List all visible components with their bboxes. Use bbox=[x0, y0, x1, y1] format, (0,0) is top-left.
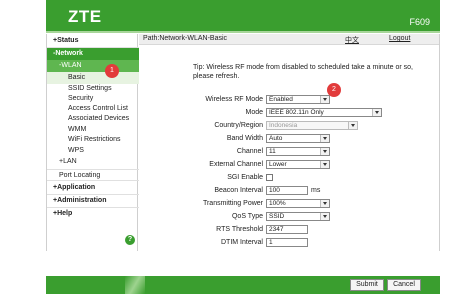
annotation-badge-1: 1 bbox=[105, 64, 119, 78]
device-model: F609 bbox=[409, 17, 430, 27]
beacon-interval-label: Beacon Interval bbox=[214, 187, 263, 194]
external-channel-value: Lower bbox=[269, 161, 287, 168]
sidebar-item-help[interactable]: +Help bbox=[47, 208, 139, 220]
channel-label: Channel bbox=[236, 148, 263, 155]
rts-threshold-input[interactable]: 2347 bbox=[266, 225, 308, 234]
tip-text: Tip: Wireless RF mode from disabled to s… bbox=[193, 64, 413, 80]
help-icon[interactable]: ? bbox=[125, 235, 135, 245]
external-channel-select[interactable]: Lower bbox=[266, 160, 330, 169]
sidebar-item-network[interactable]: -Network bbox=[47, 48, 139, 60]
logout-link[interactable]: Logout bbox=[389, 35, 410, 42]
qos-type-select[interactable]: SSID bbox=[266, 212, 330, 221]
mode-label: Mode bbox=[245, 109, 263, 116]
qos-type-label: QoS Type bbox=[231, 213, 263, 220]
sidebar-item-administration[interactable]: +Administration bbox=[47, 195, 139, 207]
band-width-select[interactable]: Auto bbox=[266, 134, 330, 143]
sidebar-item-status[interactable]: +Status bbox=[47, 35, 139, 47]
wireless-rf-mode-value: Enabled bbox=[269, 96, 293, 103]
rts-threshold-label: RTS Threshold bbox=[216, 226, 263, 233]
country-region-select: Indonesia bbox=[266, 121, 358, 130]
country-region-label: Country/Region bbox=[214, 122, 263, 129]
header-bar: ZTE F609 bbox=[46, 0, 440, 33]
transmitting-power-select[interactable]: 100% bbox=[266, 199, 330, 208]
content-spacer bbox=[46, 251, 440, 276]
channel-select[interactable]: 11 bbox=[266, 147, 330, 156]
submit-button[interactable]: Submit bbox=[350, 279, 384, 291]
sgi-enable-label: SGI Enable bbox=[227, 174, 263, 181]
sidebar-item-lan[interactable]: +LAN bbox=[47, 156, 139, 168]
sgi-enable-checkbox[interactable] bbox=[266, 174, 273, 181]
mode-value: IEEE 802.11n Only bbox=[269, 109, 324, 116]
cancel-button[interactable]: Cancel bbox=[387, 279, 421, 291]
beacon-interval-value: 100 bbox=[269, 187, 280, 194]
footer-decoration bbox=[125, 276, 145, 294]
sidebar-item-wlan[interactable]: -WLAN bbox=[47, 60, 139, 72]
dtim-interval-input[interactable]: 1 bbox=[266, 238, 308, 247]
sidebar-item-application[interactable]: +Application bbox=[47, 182, 139, 194]
chevron-down-icon bbox=[323, 137, 327, 140]
beacon-interval-input[interactable]: 100 bbox=[266, 186, 308, 195]
chevron-down-icon bbox=[323, 98, 327, 101]
external-channel-label: External Channel bbox=[209, 161, 263, 168]
band-width-label: Band Width bbox=[226, 135, 263, 142]
chevron-down-icon bbox=[375, 111, 379, 114]
path-bar: Path:Network-WLAN-Basic 中文 Logout bbox=[139, 34, 439, 45]
chevron-down-icon bbox=[323, 202, 327, 205]
qos-type-value: SSID bbox=[269, 213, 285, 220]
chevron-down-icon bbox=[323, 163, 327, 166]
chevron-down-icon bbox=[351, 124, 355, 127]
band-width-value: Auto bbox=[269, 135, 283, 142]
language-link[interactable]: 中文 bbox=[345, 35, 359, 45]
breadcrumb: Path:Network-WLAN-Basic bbox=[143, 35, 228, 42]
chevron-down-icon bbox=[323, 150, 327, 153]
rts-threshold-value: 2347 bbox=[269, 226, 284, 233]
channel-value: 11 bbox=[269, 148, 276, 155]
zte-logo: ZTE bbox=[68, 7, 102, 26]
mode-select[interactable]: IEEE 802.11n Only bbox=[266, 108, 382, 117]
transmitting-power-value: 100% bbox=[269, 200, 286, 207]
chevron-down-icon bbox=[323, 215, 327, 218]
country-region-value: Indonesia bbox=[269, 122, 298, 129]
transmitting-power-label: Transmitting Power bbox=[202, 200, 263, 207]
sidebar-item-port-locating[interactable]: Port Locating bbox=[47, 169, 139, 181]
dtim-interval-value: 1 bbox=[269, 239, 273, 246]
sidebar-nav: +Status -Network -WLAN Basic SSID Settin… bbox=[46, 34, 139, 251]
beacon-interval-unit: ms bbox=[311, 187, 321, 194]
wireless-rf-mode-select[interactable]: Enabled bbox=[266, 95, 330, 104]
main-content: Path:Network-WLAN-Basic 中文 Logout Tip: W… bbox=[139, 34, 440, 251]
annotation-badge-2: 2 bbox=[327, 83, 341, 97]
dtim-interval-label: DTIM Interval bbox=[220, 239, 263, 246]
wireless-rf-mode-label: Wireless RF Mode bbox=[205, 96, 263, 103]
